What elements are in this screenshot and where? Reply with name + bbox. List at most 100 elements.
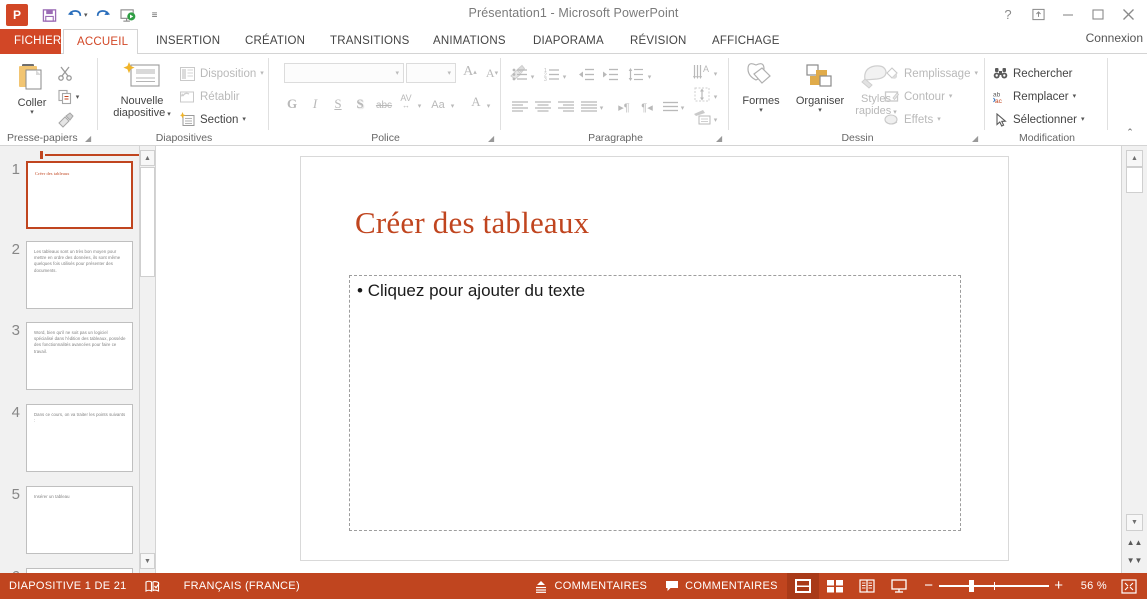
thumbnail-scroll-up-button[interactable]: ▲ <box>140 150 155 166</box>
font-size-dropdown-icon[interactable]: ▾ <box>447 70 451 77</box>
copy-icon[interactable] <box>55 87 75 107</box>
numbering-icon[interactable]: 123 <box>542 64 562 84</box>
find-button[interactable]: Rechercher <box>992 65 1072 82</box>
collapse-ribbon-icon[interactable]: ⌃ <box>1119 123 1141 141</box>
zoom-percent-label[interactable]: 56 % <box>1073 580 1115 592</box>
content-placeholder[interactable]: • Cliquez pour ajouter du texte <box>349 275 961 531</box>
convert-to-smartart-icon[interactable] <box>692 107 712 127</box>
drawing-dialog-launcher-icon[interactable]: ◢ <box>972 134 981 143</box>
align-left-icon[interactable] <box>510 96 530 116</box>
paragraph-dialog-launcher-icon[interactable]: ◢ <box>716 134 725 143</box>
align-center-icon[interactable] <box>533 96 553 116</box>
notes-button[interactable]: COMMENTAIRES <box>525 573 656 599</box>
character-spacing-button[interactable]: AV ↔ <box>396 92 416 112</box>
tab-affichage[interactable]: AFFICHAGE <box>699 29 793 54</box>
view-slide-sorter-button[interactable] <box>819 573 851 599</box>
paste-dropdown-icon[interactable]: ▾ <box>30 109 34 116</box>
scroll-down-button[interactable]: ▼ <box>1126 514 1143 531</box>
tab-diaporama[interactable]: DIAPORAMA <box>520 29 617 54</box>
font-size-input[interactable]: ▾ <box>406 63 456 83</box>
slide-canvas[interactable]: Créer des tableaux • Cliquez pour ajoute… <box>300 156 1009 561</box>
ribbon-display-options-icon[interactable] <box>1023 2 1053 26</box>
tab-insertion[interactable]: INSERTION <box>143 29 233 54</box>
font-name-dropdown-icon[interactable]: ▾ <box>395 70 399 77</box>
help-icon[interactable]: ? <box>993 2 1023 26</box>
thumbnail-slide[interactable]: Créer des tableaux <box>26 161 133 229</box>
tab-transitions[interactable]: TRANSITIONS <box>317 29 423 54</box>
tab-accueil[interactable]: ACCUEIL <box>63 29 138 55</box>
thumbnail-slide[interactable]: Insérer un tableau <box>26 486 133 554</box>
numbering-dropdown-icon[interactable]: ▾ <box>560 67 569 87</box>
minimize-icon[interactable] <box>1053 2 1083 26</box>
font-color-button[interactable]: A <box>466 92 486 112</box>
text-direction-rtl-icon[interactable]: ¶◂ <box>637 97 657 117</box>
view-normal-button[interactable] <box>787 573 819 599</box>
thumbnail-item-5[interactable]: 5 Insérer un tableau <box>0 486 156 554</box>
new-slide-dropdown-icon[interactable]: ▾ <box>167 111 171 118</box>
line-spacing-dropdown-icon[interactable]: ▾ <box>645 67 654 87</box>
shape-fill-button[interactable]: Remplissage ▾ <box>883 65 978 82</box>
shape-effects-dropdown-icon[interactable]: ▾ <box>937 116 941 123</box>
close-icon[interactable] <box>1113 2 1143 26</box>
thumbnail-item-3[interactable]: 3 Word, bien qu'il ne soit pas un logici… <box>0 322 156 390</box>
language-status[interactable]: FRANÇAIS (FRANCE) <box>175 573 309 599</box>
arrange-button[interactable]: Organiser ▾ <box>790 62 850 114</box>
change-case-dropdown-icon[interactable]: ▾ <box>448 96 457 116</box>
line-spacing-icon[interactable] <box>626 64 646 84</box>
italic-button[interactable]: I <box>305 94 325 114</box>
maximize-icon[interactable] <box>1083 2 1113 26</box>
view-slideshow-button[interactable] <box>883 573 915 599</box>
justify-icon[interactable] <box>579 96 599 116</box>
copy-dropdown-icon[interactable]: ▾ <box>73 87 82 107</box>
align-right-icon[interactable] <box>556 96 576 116</box>
tab-creation[interactable]: CRÉATION <box>232 29 318 54</box>
justify-dropdown-icon[interactable]: ▾ <box>597 98 606 118</box>
select-dropdown-icon[interactable]: ▾ <box>1081 116 1085 123</box>
thumbnail-scrollbar[interactable]: ▲ ▼ <box>139 146 155 573</box>
proofing-status-button[interactable] <box>136 573 175 599</box>
view-reading-button[interactable] <box>851 573 883 599</box>
character-spacing-dropdown-icon[interactable]: ▾ <box>415 96 424 116</box>
section-button[interactable]: Section ▾ <box>179 111 246 128</box>
text-direction-ltr-icon[interactable]: ▸¶ <box>614 97 634 117</box>
layout-button[interactable]: Disposition ▾ <box>179 65 264 82</box>
comments-button[interactable]: COMMENTAIRES <box>656 573 787 599</box>
decrease-indent-icon[interactable] <box>576 64 596 84</box>
increase-font-size-icon[interactable]: A▴ <box>459 62 481 82</box>
zoom-control[interactable]: − + <box>915 579 1073 593</box>
change-case-button[interactable]: Aa <box>428 95 448 115</box>
tab-animations[interactable]: ANIMATIONS <box>420 29 519 54</box>
font-color-dropdown-icon[interactable]: ▾ <box>484 96 493 116</box>
format-painter-icon[interactable] <box>55 110 75 130</box>
shapes-dropdown-icon[interactable]: ▾ <box>759 107 763 114</box>
reset-button[interactable]: Rétablir <box>179 88 240 105</box>
clipboard-dialog-launcher-icon[interactable]: ◢ <box>85 134 94 143</box>
fit-slide-to-window-button[interactable] <box>1115 573 1143 599</box>
tab-revision[interactable]: RÉVISION <box>617 29 700 54</box>
shape-outline-dropdown-icon[interactable]: ▾ <box>949 93 953 100</box>
text-shadow-button[interactable]: S <box>350 94 370 114</box>
columns-icon[interactable] <box>660 96 680 116</box>
slide-editing-area[interactable]: Créer des tableaux • Cliquez pour ajoute… <box>157 146 1121 573</box>
pane-splitter[interactable] <box>40 151 150 158</box>
scroll-thumb[interactable] <box>1126 167 1143 193</box>
slides-thumbnail-pane[interactable]: 1 Créer des tableaux 2 Les tableaux sont… <box>0 146 156 573</box>
zoom-slider-handle[interactable] <box>969 580 974 592</box>
arrange-dropdown-icon[interactable]: ▾ <box>818 107 822 114</box>
align-text-icon[interactable] <box>692 84 712 104</box>
align-text-dropdown-icon[interactable]: ▾ <box>711 87 720 107</box>
connexion-link[interactable]: Connexion <box>1086 31 1143 45</box>
thumbnail-item-4[interactable]: 4 Dans ce cours, on va traiter les point… <box>0 404 156 472</box>
thumbnail-slide[interactable]: Les tableaux sont un très bon moyen pour… <box>26 241 133 309</box>
select-button[interactable]: Sélectionner ▾ <box>992 111 1084 128</box>
next-slide-button[interactable]: ▼▼ <box>1126 552 1143 569</box>
paste-button[interactable]: Coller ▾ <box>8 60 56 116</box>
bullets-icon[interactable] <box>510 64 530 84</box>
zoom-out-button[interactable]: − <box>921 579 937 593</box>
zoom-slider[interactable] <box>939 579 1049 593</box>
strikethrough-button[interactable]: abc <box>374 95 394 115</box>
shape-fill-dropdown-icon[interactable]: ▾ <box>974 70 978 77</box>
thumbnail-scroll-thumb[interactable] <box>140 167 155 277</box>
zoom-in-button[interactable]: + <box>1051 579 1067 593</box>
font-dialog-launcher-icon[interactable]: ◢ <box>488 134 497 143</box>
